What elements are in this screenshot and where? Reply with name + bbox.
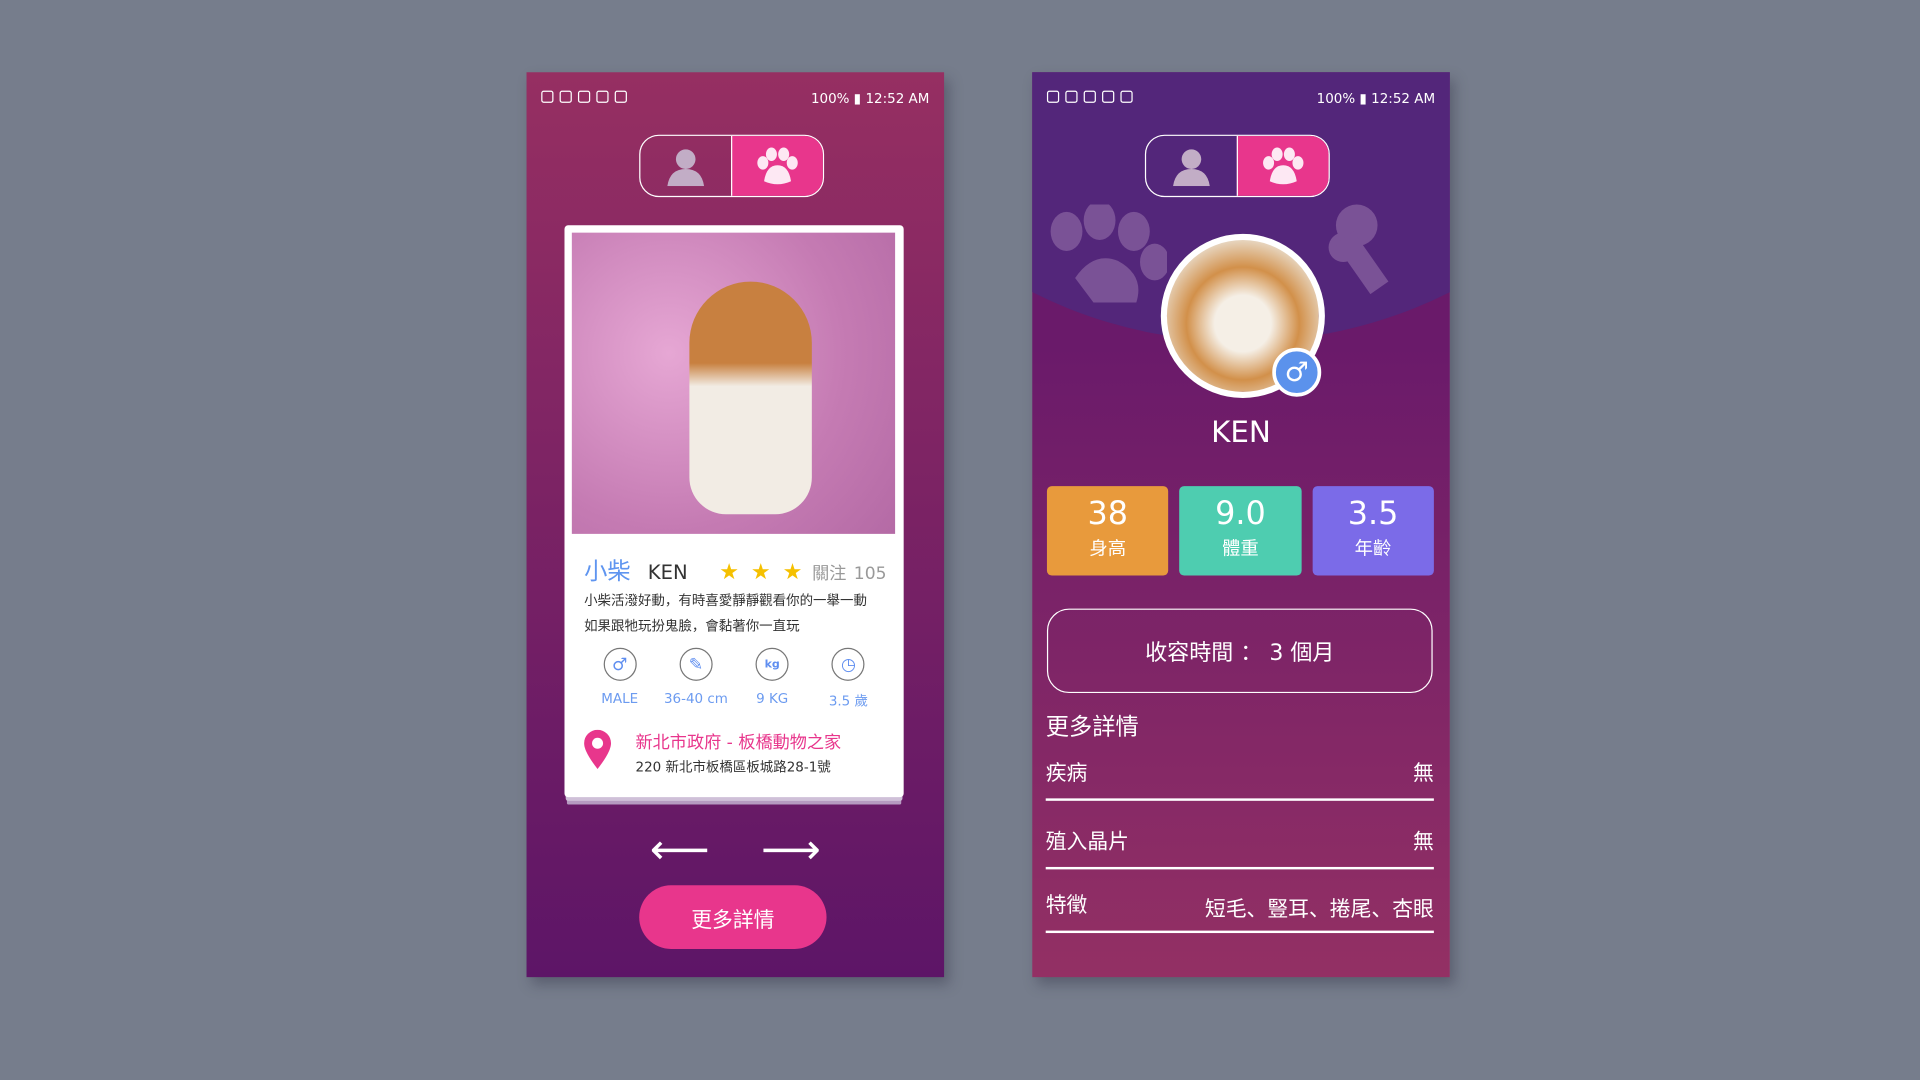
feature-gender: ♂ MALE (582, 647, 658, 710)
star-rating-icon: ★ ★ ★ (719, 559, 805, 586)
stat-label: 年齡 (1354, 537, 1392, 560)
detail-label: 殖入晶片 (1045, 830, 1129, 855)
detail-value: 無 (1413, 761, 1434, 787)
description-line: 如果跟牠玩扮鬼臉，會黏著你一直玩 (584, 618, 800, 635)
stat-value: 3.5 (1347, 495, 1399, 533)
paw-icon (757, 146, 798, 184)
notification-icons (1046, 90, 1139, 106)
person-icon (1173, 148, 1210, 186)
clock-icon: ◷ (831, 647, 865, 681)
person-icon (667, 148, 705, 186)
stat-weight: 9.0 體重 (1179, 486, 1302, 576)
shelter-time: 收容時間 ： 3 個月 (1046, 608, 1433, 694)
mode-toggle (639, 134, 825, 198)
male-icon: ♂ (1272, 347, 1322, 397)
pet-name: KEN (1211, 415, 1271, 450)
person-tab[interactable] (1146, 136, 1237, 196)
pet-description: 小柴活潑好動，有時喜愛靜靜觀看你的一舉一動 如果跟牠玩扮鬼臉，會黏著你一直玩 (584, 588, 891, 639)
stat-value: 9.0 (1215, 495, 1266, 533)
shelter-address: 220 新北市板橋區板城路28-1號 (635, 759, 831, 776)
detail-row-chip: 殖入晶片 無 (1045, 824, 1434, 870)
location-pin-icon (584, 729, 612, 769)
follow-count: 105 (853, 564, 887, 585)
detail-value: 短毛、豎耳、捲尾、杏眼 (1204, 897, 1434, 923)
feature-size: ✎ 36-40 cm (658, 647, 734, 710)
shelter-location[interactable]: 新北市政府 - 板橋動物之家 220 新北市板橋區板城路28-1號 (584, 729, 891, 777)
feature-label: 3.5 歲 (828, 693, 869, 709)
stat-label: 體重 (1222, 537, 1259, 560)
pet-tab[interactable] (1236, 135, 1329, 196)
paw-decoration-icon (1050, 204, 1167, 303)
paw-icon (1263, 146, 1304, 184)
pet-card-screen: 100% ▮ 12:52 AM 小柴 KEN ★ ★ ★ 關注 105 小柴活潑… (526, 72, 945, 978)
detail-value: 無 (1413, 830, 1434, 855)
battery-level: 100% (810, 90, 850, 106)
pet-card[interactable]: 小柴 KEN ★ ★ ★ 關注 105 小柴活潑好動，有時喜愛靜靜觀看你的一舉一… (564, 225, 904, 798)
more-details-button[interactable]: 更多詳情 (639, 885, 827, 949)
prev-arrow-icon[interactable]: ⟵ (650, 829, 710, 871)
next-arrow-icon[interactable]: ⟶ (761, 829, 821, 871)
pet-breed: 小柴 (584, 558, 631, 586)
feature-label: 9 KG (756, 690, 789, 707)
clock: 12:52 AM (865, 90, 930, 106)
stat-label: 身高 (1089, 537, 1127, 560)
stat-age: 3.5 年齡 (1312, 486, 1434, 576)
feature-label: MALE (601, 690, 639, 707)
battery-level: 100% (1316, 90, 1356, 106)
bone-decoration-icon (1328, 204, 1389, 295)
stats-row: 38 身高 9.0 體重 3.5 年齡 (1046, 486, 1434, 576)
description-line: 小柴活潑好動，有時喜愛靜靜觀看你的一舉一動 (584, 592, 867, 609)
shelter-name: 新北市政府 - 板橋動物之家 (635, 733, 842, 754)
pet-name: KEN (647, 560, 688, 585)
stat-height: 38 身高 (1046, 486, 1169, 576)
pet-photo (571, 232, 896, 534)
feature-age: ◷ 3.5 歲 (810, 647, 886, 710)
detail-label: 特徵 (1045, 893, 1088, 919)
status-bar: 100% ▮ 12:52 AM (541, 88, 929, 108)
feature-list: ♂ MALE ✎ 36-40 cm kg 9 KG ◷ 3.5 歲 (582, 647, 887, 710)
detail-row-disease: 疾病 無 (1045, 756, 1434, 801)
person-tab[interactable] (640, 136, 731, 196)
detail-row-features: 特徵 短毛、豎耳、捲尾、杏眼 (1045, 888, 1434, 934)
detail-label: 疾病 (1045, 761, 1088, 787)
notification-icons (541, 90, 633, 106)
more-details-title: 更多詳情 (1045, 713, 1139, 741)
mode-toggle (1144, 134, 1330, 198)
feature-label: 36-40 cm (663, 690, 728, 707)
ruler-icon: ✎ (679, 647, 713, 681)
follow-label[interactable]: 關注 (812, 561, 846, 585)
stat-value: 38 (1087, 495, 1129, 533)
weight-icon: kg (755, 647, 789, 681)
feature-weight: kg 9 KG (734, 647, 810, 710)
male-icon: ♂ (603, 647, 637, 681)
clock: 12:52 AM (1371, 90, 1436, 106)
status-bar: 100% ▮ 12:52 AM (1046, 88, 1436, 108)
pet-tab[interactable] (731, 135, 823, 196)
pet-detail-screen: 100% ▮ 12:52 AM ♂ KEN 38 身高 9.0 體重 3.5 年齡 收… (1032, 72, 1450, 978)
